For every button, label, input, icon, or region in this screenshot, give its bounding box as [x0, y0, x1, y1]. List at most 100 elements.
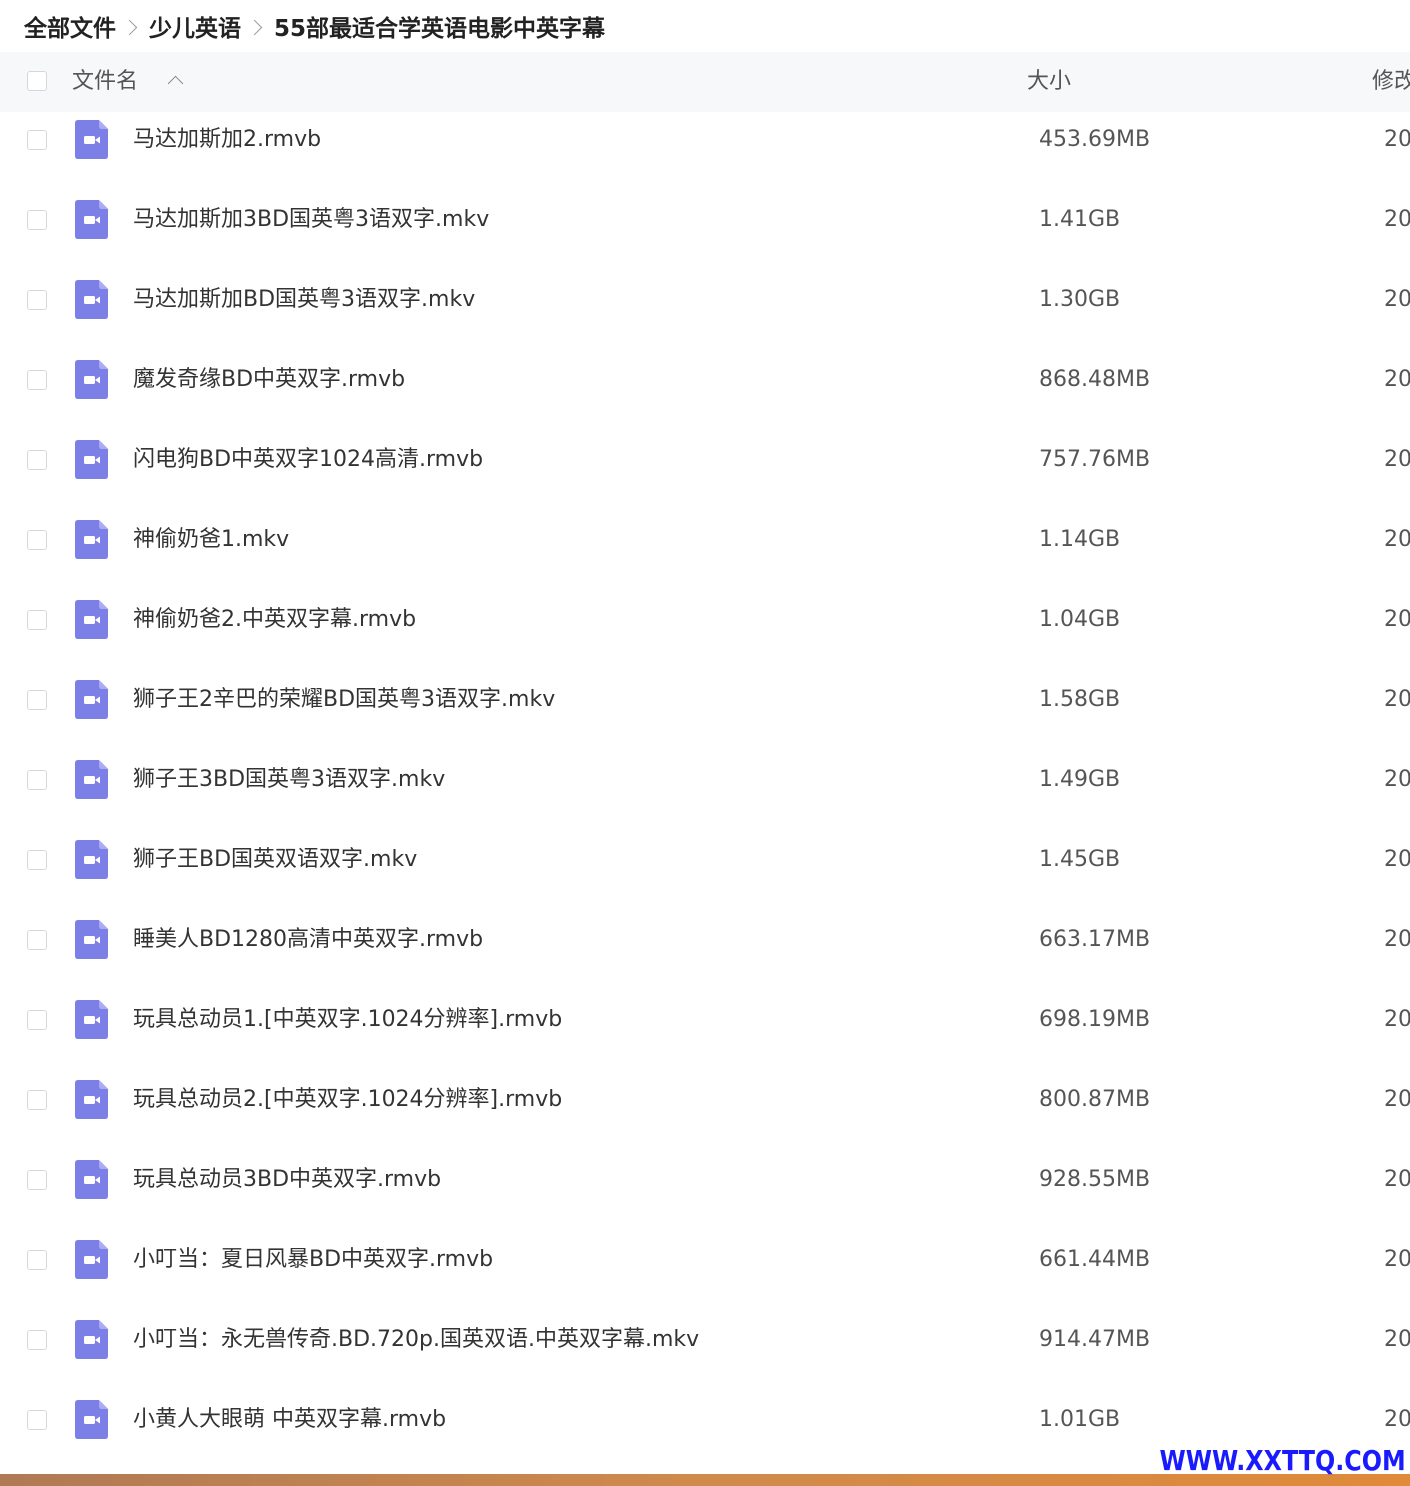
table-row[interactable]: 马达加斯加3BD国英粤3语双字.mkv 1.41GB 20 [0, 180, 1410, 260]
file-name[interactable]: 马达加斯加3BD国英粤3语双字.mkv [133, 180, 489, 260]
table-row[interactable]: 狮子王2辛巴的荣耀BD国英粤3语双字.mkv 1.58GB 20 [0, 660, 1410, 740]
file-size: 1.30GB [1039, 287, 1121, 312]
row-checkbox[interactable] [27, 930, 47, 950]
video-file-icon [75, 520, 108, 559]
file-size: 698.19MB [1039, 1007, 1151, 1032]
row-checkbox[interactable] [27, 1330, 47, 1350]
video-file-icon [75, 200, 108, 239]
table-row[interactable]: 玩具总动员2.[中英双字.1024分辨率].rmvb 800.87MB 20 [0, 1060, 1410, 1140]
file-size: 661.44MB [1039, 1247, 1151, 1272]
file-name[interactable]: 神偷奶爸1.mkv [133, 500, 289, 580]
file-modified: 20 [1384, 927, 1410, 952]
file-modified: 20 [1384, 1167, 1410, 1192]
file-modified: 20 [1384, 527, 1410, 552]
row-checkbox[interactable] [27, 290, 47, 310]
table-row[interactable]: 闪电狗BD中英双字1024高清.rmvb 757.76MB 20 [0, 420, 1410, 500]
table-row[interactable]: 狮子王BD国英双语双字.mkv 1.45GB 20 [0, 820, 1410, 900]
file-name[interactable]: 马达加斯加BD国英粤3语双字.mkv [133, 260, 475, 340]
file-size: 757.76MB [1039, 447, 1151, 472]
file-modified: 20 [1384, 1247, 1410, 1272]
file-modified: 20 [1384, 687, 1410, 712]
file-modified: 20 [1384, 287, 1410, 312]
file-list: 马达加斯加2.rmvb 453.69MB 20 马达加斯加3BD国英粤3语双字.mkv… [0, 100, 1410, 1460]
file-modified: 20 [1384, 367, 1410, 392]
chevron-right-icon [246, 19, 263, 35]
table-row[interactable]: 魔发奇缘BD中英双字.rmvb 868.48MB 20 [0, 340, 1410, 420]
file-modified: 20 [1384, 767, 1410, 792]
table-row[interactable]: 马达加斯加BD国英粤3语双字.mkv 1.30GB 20 [0, 260, 1410, 340]
table-row[interactable]: 狮子王3BD国英粤3语双字.mkv 1.49GB 20 [0, 740, 1410, 820]
file-name[interactable]: 玩具总动员1.[中英双字.1024分辨率].rmvb [133, 980, 562, 1060]
video-file-icon [75, 840, 108, 879]
video-file-icon [75, 760, 108, 799]
row-checkbox[interactable] [27, 1250, 47, 1270]
file-name[interactable]: 睡美人BD1280高清中英双字.rmvb [133, 900, 483, 980]
video-file-icon [75, 680, 108, 719]
row-checkbox[interactable] [27, 1090, 47, 1110]
row-checkbox[interactable] [27, 1170, 47, 1190]
breadcrumb-all-files[interactable]: 全部文件 [24, 9, 116, 43]
file-name[interactable]: 神偷奶爸2.中英双字幕.rmvb [133, 580, 416, 660]
video-file-icon [75, 1080, 108, 1119]
file-name[interactable]: 玩具总动员3BD中英双字.rmvb [133, 1140, 441, 1220]
file-size: 1.58GB [1039, 687, 1121, 712]
file-modified: 20 [1384, 1327, 1410, 1352]
file-modified: 20 [1384, 607, 1410, 632]
row-checkbox[interactable] [27, 1410, 47, 1430]
file-name[interactable]: 玩具总动员2.[中英双字.1024分辨率].rmvb [133, 1060, 562, 1140]
row-checkbox[interactable] [27, 130, 47, 150]
table-row[interactable]: 睡美人BD1280高清中英双字.rmvb 663.17MB 20 [0, 900, 1410, 980]
row-checkbox[interactable] [27, 210, 47, 230]
video-file-icon [75, 360, 108, 399]
video-file-icon [75, 280, 108, 319]
file-size: 928.55MB [1039, 1167, 1151, 1192]
table-row[interactable]: 神偷奶爸2.中英双字幕.rmvb 1.04GB 20 [0, 580, 1410, 660]
video-file-icon [75, 1160, 108, 1199]
file-name[interactable]: 狮子王3BD国英粤3语双字.mkv [133, 740, 445, 820]
file-name[interactable]: 狮子王2辛巴的荣耀BD国英粤3语双字.mkv [133, 660, 555, 740]
file-name[interactable]: 狮子王BD国英双语双字.mkv [133, 820, 417, 900]
file-modified: 20 [1384, 207, 1410, 232]
file-size: 1.45GB [1039, 847, 1121, 872]
file-size: 1.14GB [1039, 527, 1121, 552]
file-size: 663.17MB [1039, 927, 1151, 952]
row-checkbox[interactable] [27, 690, 47, 710]
table-row[interactable]: 小叮当：永无兽传奇.BD.720p.国英双语.中英双字幕.mkv 914.47MB… [0, 1300, 1410, 1380]
breadcrumb-kids-english[interactable]: 少儿英语 [149, 9, 241, 43]
file-size: 914.47MB [1039, 1327, 1151, 1352]
sort-ascending-icon[interactable] [167, 75, 184, 92]
row-checkbox[interactable] [27, 370, 47, 390]
file-size: 1.49GB [1039, 767, 1121, 792]
row-checkbox[interactable] [27, 610, 47, 630]
row-checkbox[interactable] [27, 450, 47, 470]
breadcrumb: 全部文件 少儿英语 55部最适合学英语电影中英字幕 [24, 0, 605, 52]
row-checkbox[interactable] [27, 530, 47, 550]
select-all-checkbox[interactable] [27, 71, 47, 91]
video-file-icon [75, 1400, 108, 1439]
file-modified: 20 [1384, 1087, 1410, 1112]
video-file-icon [75, 440, 108, 479]
file-modified: 20 [1384, 847, 1410, 872]
file-name[interactable]: 小叮当：夏日风暴BD中英双字.rmvb [133, 1220, 493, 1300]
video-file-icon [75, 1000, 108, 1039]
table-row[interactable]: 玩具总动员1.[中英双字.1024分辨率].rmvb 698.19MB 20 [0, 980, 1410, 1060]
file-name[interactable]: 魔发奇缘BD中英双字.rmvb [133, 340, 405, 420]
file-name[interactable]: 马达加斯加2.rmvb [133, 100, 321, 180]
table-row[interactable]: 神偷奶爸1.mkv 1.14GB 20 [0, 500, 1410, 580]
video-file-icon [75, 600, 108, 639]
breadcrumb-current-folder: 55部最适合学英语电影中英字幕 [274, 16, 606, 42]
table-row[interactable]: 马达加斯加2.rmvb 453.69MB 20 [0, 100, 1410, 180]
file-name[interactable]: 闪电狗BD中英双字1024高清.rmvb [133, 420, 483, 500]
video-file-icon [75, 920, 108, 959]
row-checkbox[interactable] [27, 850, 47, 870]
table-row[interactable]: 小叮当：夏日风暴BD中英双字.rmvb 661.44MB 20 [0, 1220, 1410, 1300]
file-size: 1.41GB [1039, 207, 1121, 232]
row-checkbox[interactable] [27, 1010, 47, 1030]
table-row[interactable]: 玩具总动员3BD中英双字.rmvb 928.55MB 20 [0, 1140, 1410, 1220]
file-size: 800.87MB [1039, 1087, 1151, 1112]
file-name[interactable]: 小叮当：永无兽传奇.BD.720p.国英双语.中英双字幕.mkv [133, 1300, 699, 1380]
file-name[interactable]: 小黄人大眼萌 中英双字幕.rmvb [133, 1380, 446, 1460]
watermark-text: WWW.XXTTQ.COM [1159, 1444, 1406, 1477]
chevron-right-icon [121, 19, 138, 35]
row-checkbox[interactable] [27, 770, 47, 790]
